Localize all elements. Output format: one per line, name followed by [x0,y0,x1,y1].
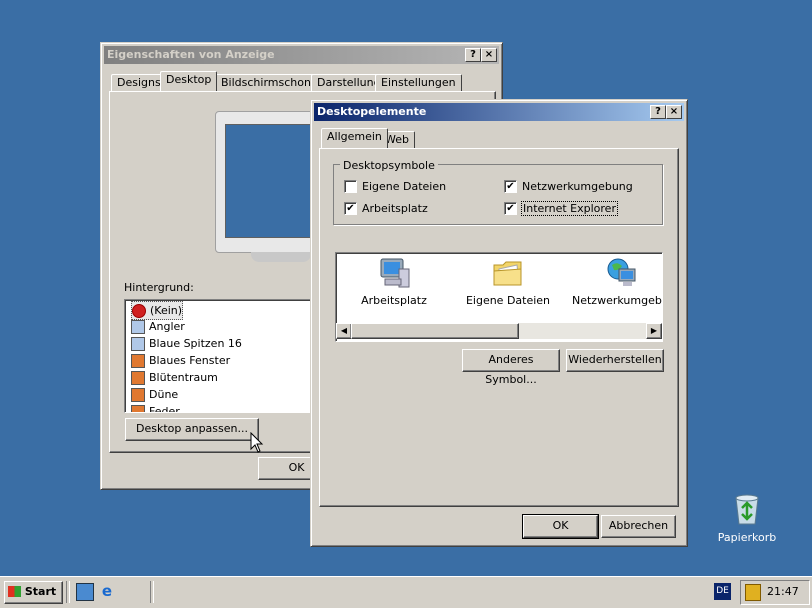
change-icon-button[interactable]: Anderes Symbol... [462,349,560,386]
windows-logo-icon [8,585,21,597]
icon-label: Eigene Dateien [465,294,551,307]
list-item[interactable]: Blaue Spitzen 16 [131,335,242,352]
none-icon [132,304,146,318]
tab-settings[interactable]: Einstellungen [375,74,462,91]
network-places-icon [607,258,636,286]
scroll-left-button[interactable]: ◀ [336,323,352,339]
help-button[interactable]: ? [650,105,666,119]
icon-label: Arbeitsplatz [361,294,427,307]
my-computer-icon [380,258,410,288]
taskbar-separator [66,581,70,603]
taskbar-separator [150,581,154,603]
checkbox-my-documents[interactable] [344,180,357,193]
tab-desktop[interactable]: Desktop [160,71,218,91]
image-file-icon [131,371,145,385]
list-item[interactable]: Blütentraum [131,369,218,386]
system-tray: 21:47 [740,580,810,605]
checkbox-internet-explorer[interactable]: ✔ [504,202,517,215]
list-item[interactable]: Düne [131,386,178,403]
scroll-right-button[interactable]: ▶ [646,323,662,339]
restore-default-button[interactable]: Wiederherstellen [566,349,664,372]
desktop-items-dialog: Desktopelemente ? × Allgemein Web Deskto… [310,99,688,547]
ok-button[interactable]: OK [522,514,599,539]
list-item[interactable]: Eigene Dateien [458,257,558,309]
customize-desktop-button[interactable]: Desktop anpassen... [125,418,259,441]
icon-preview-list[interactable]: Arbeitsplatz Eigene Dateien Netzwerkumge… [335,252,663,342]
list-item[interactable]: Blaues Fenster [131,352,230,369]
taskbar: Start e DE 21:47 [0,576,812,608]
dialog-title: Desktopelemente [317,105,427,118]
folder-icon [493,261,522,286]
image-file-icon [131,320,145,334]
desktop-items-titlebar[interactable]: Desktopelemente ? × [314,103,684,121]
groupbox-label: Desktopsymbole [340,159,438,172]
cancel-button[interactable]: Abbrechen [601,515,676,538]
list-item[interactable]: Angler [131,318,185,335]
checkbox-label[interactable]: Netzwerkumgebung [522,180,633,193]
scroll-thumb[interactable] [351,323,519,339]
image-file-icon [131,388,145,402]
clock[interactable]: 21:47 [767,585,799,598]
start-label: Start [24,585,57,598]
checkbox-label[interactable]: Eigene Dateien [362,180,446,193]
background-label: Hintergrund: [124,281,194,294]
checkbox-network-places[interactable]: ✔ [504,180,517,193]
icon-label: Netzwerkumgebung [572,294,662,307]
show-desktop-icon[interactable] [76,583,94,601]
display-properties-titlebar[interactable]: Eigenschaften von Anzeige ? × [104,46,499,64]
security-tray-icon[interactable] [745,584,761,601]
recycle-bin[interactable]: Papierkorb [716,492,778,544]
list-item[interactable]: Arbeitsplatz [344,257,444,309]
mouse-cursor-icon [250,432,264,453]
recycle-bin-label: Papierkorb [717,531,777,544]
image-file-icon [131,354,145,368]
tab-designs[interactable]: Designs [111,74,167,91]
image-file-icon [131,405,145,412]
list-item[interactable]: Netzwerkumgebung [572,257,662,309]
help-button[interactable]: ? [465,48,481,62]
checkbox-my-computer[interactable]: ✔ [344,202,357,215]
window-title: Eigenschaften von Anzeige [107,48,275,61]
close-button[interactable]: × [481,48,497,62]
checkbox-label[interactable]: Arbeitsplatz [362,202,428,215]
recycle-bin-icon [735,494,759,525]
monitor-preview [215,111,325,263]
monitor-screen [225,124,317,238]
image-file-icon [131,337,145,351]
background-list[interactable]: (Kein) Angler Blaue Spitzen 16 Blaues Fe… [124,299,314,413]
list-item[interactable]: Feder [131,403,180,412]
language-indicator[interactable]: DE [714,583,731,600]
close-button[interactable]: × [666,105,682,119]
horizontal-scrollbar[interactable]: ◀ ▶ [336,323,662,339]
internet-explorer-icon[interactable]: e [99,583,115,599]
start-button[interactable]: Start [4,581,63,604]
checkbox-label[interactable]: Internet Explorer [521,201,618,216]
tab-general[interactable]: Allgemein [321,128,388,148]
